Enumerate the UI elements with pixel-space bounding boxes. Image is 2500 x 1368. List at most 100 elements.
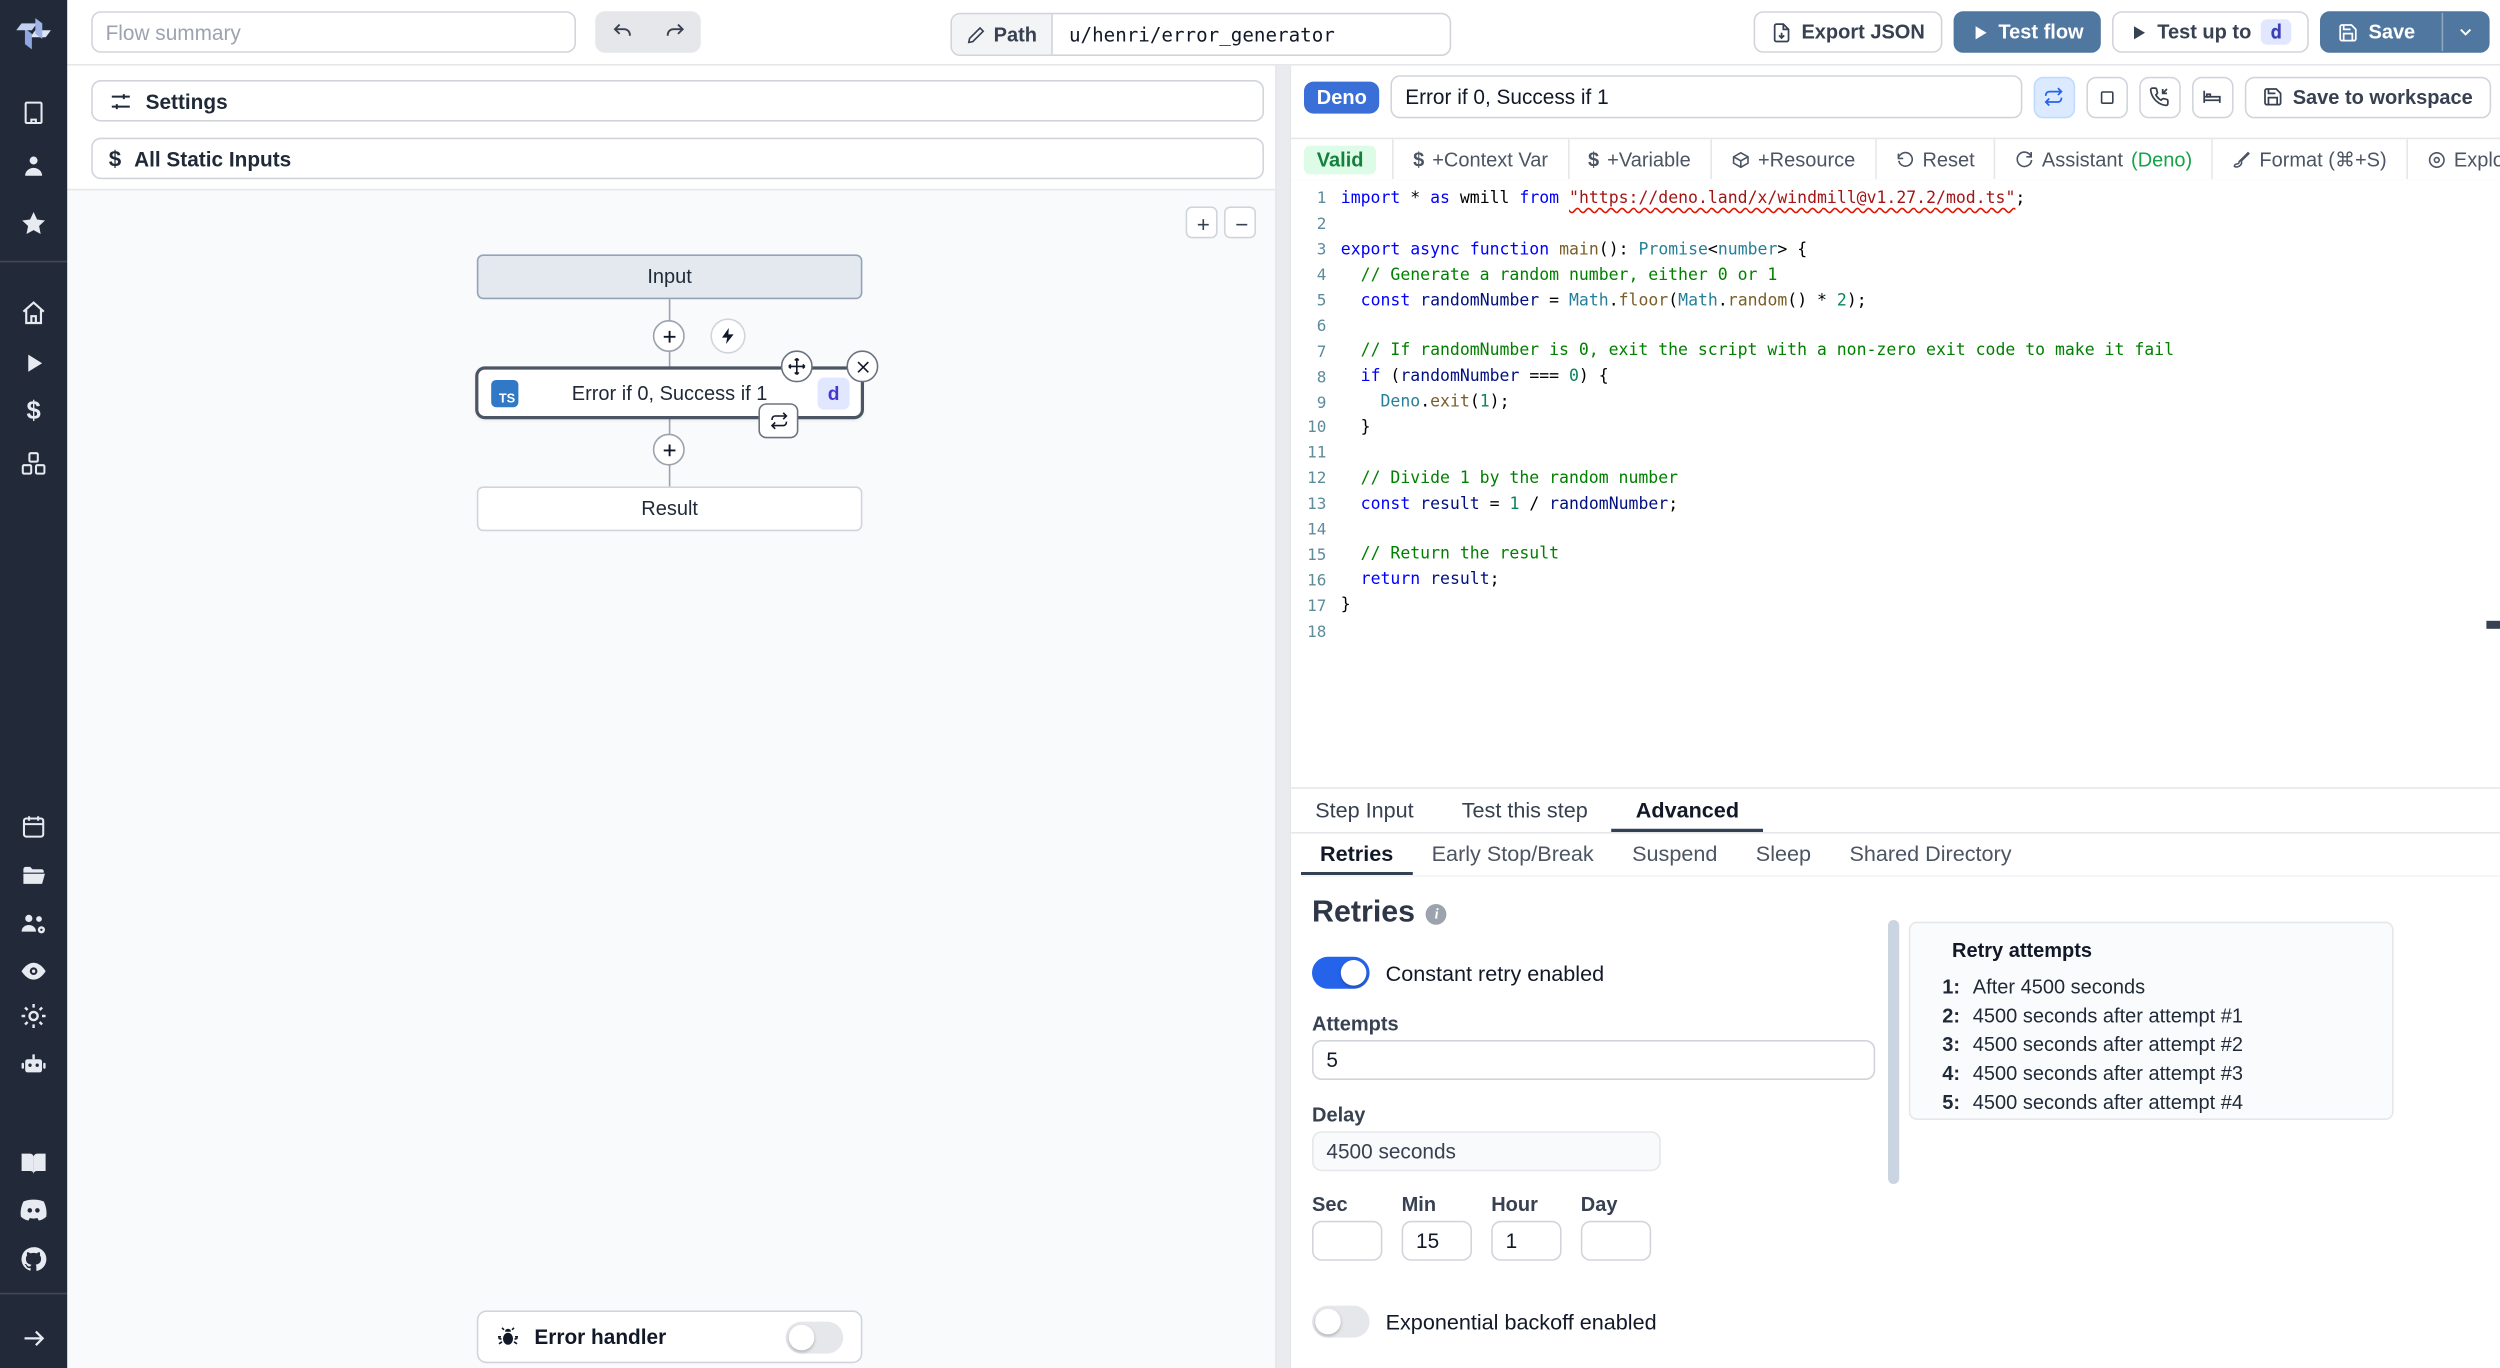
code-line[interactable]: 7 // If randomNumber is 0, exit the scri… [1291,340,2500,365]
early-stop-button[interactable] [2086,76,2128,118]
code-line[interactable]: 17 } [1291,594,2500,619]
audit-eye-icon[interactable] [19,957,48,986]
folders-icon[interactable] [20,862,47,889]
variables-dollar-icon[interactable]: $ [26,398,40,427]
add-context-var-button[interactable]: $ +Context Var [1392,139,1567,180]
docs-book-icon[interactable] [19,1149,48,1178]
bed-icon [2204,90,2222,103]
schedules-calendar-icon[interactable] [20,813,47,840]
test-flow-button[interactable]: Test flow [1953,11,2102,53]
undo-icon[interactable] [610,21,632,43]
suspend-button[interactable] [2139,76,2181,118]
all-static-inputs-row[interactable]: $ All Static Inputs [91,137,1265,180]
test-up-to-button[interactable]: Test up to d [2112,11,2310,53]
retries-indicator-button[interactable] [2033,76,2076,118]
runs-play-icon[interactable] [21,350,47,376]
result-node[interactable]: Result [476,486,863,532]
add-step-button[interactable] [652,433,685,466]
settings-gear-icon[interactable] [19,1002,48,1031]
export-json-button[interactable]: Export JSON [1753,11,1943,53]
attempts-input[interactable] [1312,1040,1876,1080]
code-line[interactable]: 5 const randomNumber = Math.floor(Math.r… [1291,289,2500,314]
retry-attempt-item: 2: 4500 seconds after attempt #1 [1942,1004,2243,1028]
flow-settings-row[interactable]: Settings [91,80,1265,122]
panel-resize-handle[interactable] [1275,64,1292,1368]
add-resource-button[interactable]: +Resource [1709,139,1875,180]
line-number: 2 [1316,216,1327,235]
move-step-button[interactable] [780,350,813,383]
line-number: 10 [1307,419,1327,438]
user-icon[interactable] [20,152,47,179]
assistant-button[interactable]: Assistant (Deno) [1993,139,2212,180]
code-line[interactable]: 9 Deno.exit(1); [1291,391,2500,416]
dollar-icon: $ [108,145,122,172]
code-line[interactable]: 16 return result; [1291,569,2500,594]
code-line[interactable]: 3 export async function main(): Promise<… [1291,238,2500,263]
groups-users-icon[interactable] [19,909,48,938]
code-editor[interactable]: 1 import * as wmill from "https://deno.l… [1291,179,2500,788]
windmill-logo-icon[interactable] [13,11,55,53]
constant-retry-toggle[interactable] [1312,956,1370,989]
github-icon[interactable] [19,1245,48,1274]
reset-button[interactable]: Reset [1874,139,1993,180]
code-line[interactable]: 15 // Return the result [1291,543,2500,568]
code-line[interactable]: 2 [1291,213,2500,238]
subtab-early-stop-break[interactable]: Early Stop/Break [1412,830,1612,875]
add-variable-button[interactable]: $ +Variable [1567,139,1710,180]
save-dropdown[interactable] [2440,12,2487,52]
error-handler-toggle[interactable] [785,1320,844,1353]
tab-advanced[interactable]: Advanced [1612,789,1763,832]
input-node[interactable]: Input [476,254,863,300]
code-line[interactable]: 14 [1291,518,2500,543]
code-line[interactable]: 18 [1291,619,2500,644]
workspaces-icon[interactable] [20,99,47,126]
subtab-shared-directory[interactable]: Shared Directory [1830,830,2030,875]
home-icon[interactable] [20,299,47,326]
path-value[interactable]: u/henri/error_generator [1053,14,1450,54]
info-icon[interactable]: i [1426,903,1448,924]
sleep-button[interactable] [2191,76,2234,118]
format-button[interactable]: Format (⌘+S) [2211,139,2405,180]
redo-icon[interactable] [663,21,685,43]
subtab-sleep[interactable]: Sleep [1737,830,1831,875]
play-icon [2134,25,2146,39]
save-button[interactable]: Save [2320,11,2489,53]
flow-canvas[interactable]: + − Input TS Error if 0, Success if 1 d [67,188,1276,1368]
save-to-workspace-button[interactable]: Save to workspace [2244,76,2491,118]
flow-summary-input[interactable] [91,11,576,53]
workers-robot-icon[interactable] [19,1050,48,1079]
scrollbar-thumb[interactable] [1888,920,1900,1184]
subtab-retries[interactable]: Retries [1301,830,1413,875]
tab-step-input[interactable]: Step Input [1291,789,1438,832]
code-line[interactable]: 10 } [1291,416,2500,441]
path-field[interactable]: Path u/henri/error_generator [950,12,1452,57]
code-line[interactable]: 4 // Generate a random number, either 0 … [1291,263,2500,288]
error-handler-row[interactable]: Error handler [476,1310,863,1364]
resources-cubes-icon[interactable] [19,450,48,479]
trigger-bolt-button[interactable] [710,318,746,354]
exponential-backoff-toggle[interactable] [1312,1305,1370,1338]
code-line[interactable]: 6 [1291,314,2500,339]
code-line[interactable]: 12 // Divide 1 by the random number [1291,467,2500,492]
add-step-button[interactable] [652,320,685,352]
collapse-arrow-icon[interactable] [20,1325,47,1352]
favorites-star-icon[interactable] [19,210,48,239]
step-id-badge: d [817,376,850,409]
subtab-suspend[interactable]: Suspend [1613,830,1737,875]
phone-incoming-icon [2150,87,2170,107]
delete-step-button[interactable] [846,350,879,383]
step-name-input[interactable] [1390,75,2023,119]
discord-icon[interactable] [18,1198,48,1222]
pencil-icon [967,26,985,43]
line-number: 14 [1307,521,1327,540]
code-line[interactable]: 13 const result = 1 / randomNumber; [1291,492,2500,517]
step-retry-indicator[interactable] [758,403,799,439]
code-line[interactable]: 11 [1291,441,2500,466]
code-line[interactable]: 1 import * as wmill from "https://deno.l… [1291,187,2500,212]
chevron-down-icon [2459,28,2471,36]
zoom-in-button[interactable]: + [1185,206,1218,239]
code-line[interactable]: 8 if (randomNumber === 0) { [1291,365,2500,390]
explore-scripts-button[interactable]: Explore other s [2405,139,2500,180]
zoom-out-button[interactable]: − [1224,206,1256,239]
tab-test-this-step[interactable]: Test this step [1438,789,1612,832]
